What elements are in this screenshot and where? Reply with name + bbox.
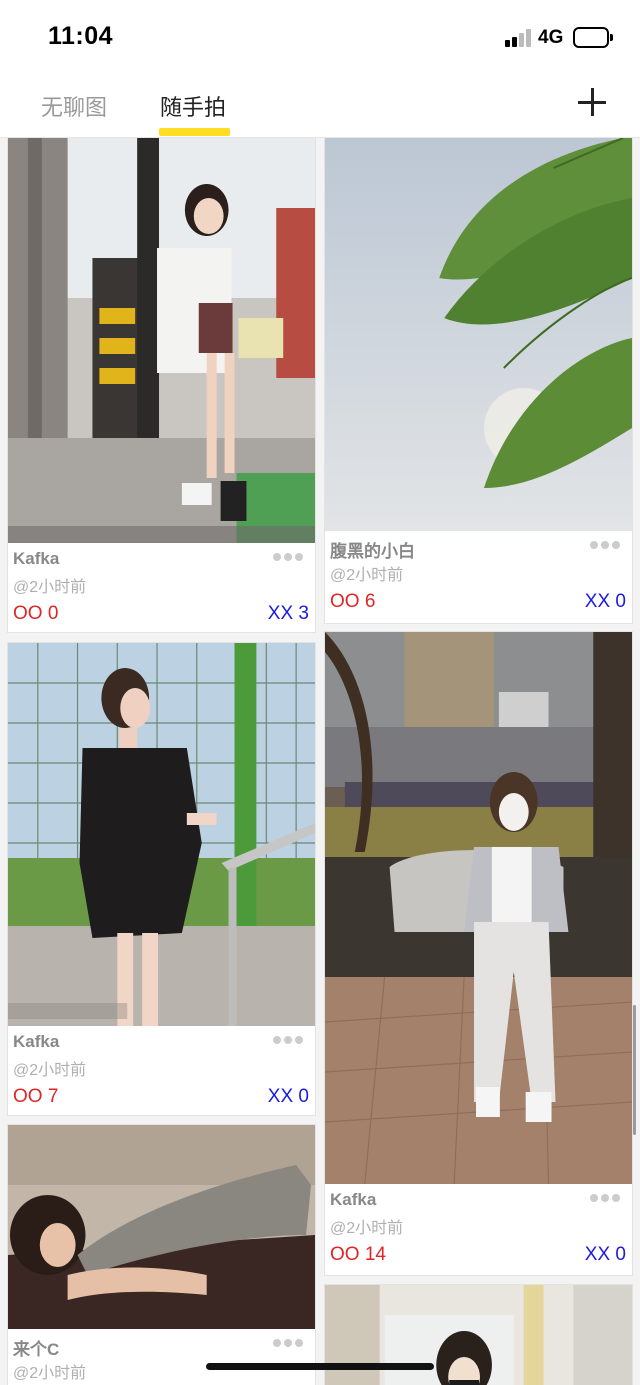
home-indicator[interactable] xyxy=(206,1363,434,1370)
post-time: @2小时前 xyxy=(330,567,404,584)
top-nav: 无聊图 随手拍 xyxy=(0,76,640,138)
status-bar: 11:04 4G xyxy=(0,0,640,76)
post-time: @2小时前 xyxy=(13,1062,87,1079)
post-time: @2小时前 xyxy=(13,579,87,596)
more-options-icon[interactable] xyxy=(273,553,303,561)
post-card[interactable]: Kafka @2小时前 OO 0 XX 3 xyxy=(7,138,316,633)
post-photo[interactable] xyxy=(325,632,632,1184)
more-options-icon[interactable] xyxy=(590,1194,620,1202)
cellular-signal-icon xyxy=(505,29,531,47)
post-author[interactable]: 来个C xyxy=(13,1335,59,1360)
more-options-icon[interactable] xyxy=(273,1339,303,1347)
post-photo[interactable] xyxy=(325,1285,632,1385)
post-info: 腹黑的小白 @2小时前 OO 6 XX 0 xyxy=(325,531,632,623)
post-photo[interactable] xyxy=(8,643,315,1026)
post-info: Kafka @2小时前 OO 0 XX 3 xyxy=(8,543,315,632)
post-photo[interactable] xyxy=(8,138,315,543)
add-icon[interactable] xyxy=(576,86,608,118)
post-author[interactable]: Kafka xyxy=(13,549,59,569)
post-author[interactable]: Kafka xyxy=(13,1032,59,1052)
post-photo[interactable] xyxy=(325,138,632,531)
post-author[interactable]: Kafka xyxy=(330,1190,376,1210)
status-time: 11:04 xyxy=(48,22,114,50)
upvote-count[interactable]: OO 6 xyxy=(330,591,375,613)
upvote-count[interactable]: OO 14 xyxy=(330,1244,386,1266)
battery-icon xyxy=(573,27,613,48)
post-card[interactable]: 来个C @2小时前 xyxy=(7,1124,316,1385)
post-card[interactable]: Kafka @2小时前 OO 7 XX 0 xyxy=(7,642,316,1116)
more-options-icon[interactable] xyxy=(273,1036,303,1044)
post-card[interactable]: Kafka @2小时前 OO 14 XX 0 xyxy=(324,631,633,1276)
network-type: 4G xyxy=(538,27,564,48)
more-options-icon[interactable] xyxy=(590,541,620,549)
post-photo[interactable] xyxy=(8,1125,315,1329)
downvote-count[interactable]: XX 3 xyxy=(268,603,309,625)
upvote-count[interactable]: OO 7 xyxy=(13,1086,58,1108)
tab-snapshots[interactable]: 随手拍 xyxy=(160,90,226,122)
downvote-count[interactable]: XX 0 xyxy=(585,591,626,613)
post-time: @2小时前 xyxy=(13,1365,87,1382)
post-info: Kafka @2小时前 OO 14 XX 0 xyxy=(325,1184,632,1275)
post-time: @2小时前 xyxy=(330,1220,404,1237)
scroll-indicator xyxy=(633,1005,636,1135)
post-info: Kafka @2小时前 OO 7 XX 0 xyxy=(8,1026,315,1115)
active-tab-indicator xyxy=(159,128,230,136)
post-card[interactable]: 腹黑的小白 @2小时前 OO 6 XX 0 xyxy=(324,138,633,624)
tab-boring-pics[interactable]: 无聊图 xyxy=(41,90,107,122)
post-info: 来个C @2小时前 xyxy=(8,1329,315,1385)
post-author[interactable]: 腹黑的小白 xyxy=(330,537,415,562)
upvote-count[interactable]: OO 0 xyxy=(13,603,58,625)
downvote-count[interactable]: XX 0 xyxy=(268,1086,309,1108)
photo-feed[interactable]: Kafka @2小时前 OO 0 XX 3 腹黑的小白 @2小时前 OO 6 X… xyxy=(0,138,640,1385)
downvote-count[interactable]: XX 0 xyxy=(585,1244,626,1266)
